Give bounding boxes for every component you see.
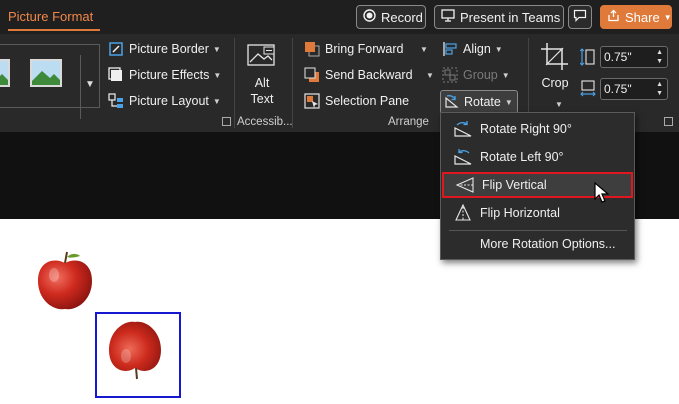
group-button[interactable]: Group ▼ — [442, 65, 510, 85]
record-button[interactable]: Record — [356, 5, 426, 29]
picture-border-label: Picture Border — [129, 42, 209, 56]
picture-layout-label: Picture Layout — [129, 94, 209, 108]
chevron-down-icon: ▼ — [663, 12, 672, 22]
menu-item-label: Flip Vertical — [482, 178, 547, 192]
chevron-down-icon: ▼ — [212, 96, 221, 106]
spin-arrows-icon[interactable]: ▲ ▼ — [656, 48, 663, 66]
comments-button[interactable] — [568, 5, 592, 29]
chevron-down-icon: ▼ — [212, 44, 221, 54]
bring-forward-button[interactable]: Bring Forward — [304, 39, 404, 59]
present-label: Present in Teams — [460, 9, 561, 25]
share-button[interactable]: Share ▼ — [600, 5, 672, 29]
menu-item-label: Rotate Left 90° — [480, 150, 564, 164]
send-backward-button[interactable]: Send Backward — [304, 65, 413, 85]
alt-text-label-line2[interactable]: Text — [244, 92, 280, 106]
share-icon — [607, 9, 620, 25]
accessibility-group-label: Accessib... — [237, 116, 293, 128]
flip-horizontal-icon — [453, 204, 473, 222]
menu-item-rotate-right[interactable]: Rotate Right 90° — [442, 116, 633, 142]
bring-forward-icon — [304, 41, 320, 57]
align-button[interactable]: Align ▼ — [442, 39, 503, 59]
crop-dropdown[interactable]: ▼ — [551, 94, 563, 114]
rotate-button[interactable]: Rotate ▼ — [443, 92, 513, 112]
picture-effects-icon — [108, 67, 124, 83]
flip-vertical-icon — [455, 176, 475, 194]
send-backward-icon — [304, 67, 320, 83]
chevron-down-icon: ▼ — [420, 44, 428, 54]
share-label: Share — [625, 9, 660, 25]
group-icon — [442, 67, 458, 83]
picture-border-button[interactable]: Picture Border ▼ — [108, 39, 221, 59]
width-value: 0.75" — [604, 82, 632, 96]
chevron-down-icon: ▼ — [555, 99, 563, 109]
crop-label[interactable]: Crop — [536, 76, 574, 90]
height-value: 0.75" — [604, 50, 632, 64]
tab-picture-format[interactable]: Picture Format — [8, 9, 93, 24]
align-icon — [442, 41, 458, 57]
rotate-icon — [443, 94, 459, 110]
title-tab-bar: Picture Format Record Present in Teams S… — [0, 0, 679, 34]
style-thumbnail[interactable] — [0, 59, 10, 87]
send-backward-label: Send Backward — [325, 68, 413, 82]
selection-pane-icon — [304, 93, 320, 109]
chevron-down-icon: ▼ — [494, 44, 503, 54]
picture-styles-gallery[interactable]: ▼ — [0, 44, 100, 119]
alt-text-label-line1[interactable]: Alt — [244, 76, 280, 90]
menu-item-label: More Rotation Options... — [480, 237, 616, 251]
menu-item-more-rotation-options[interactable]: More Rotation Options... — [442, 231, 633, 257]
gallery-more-button[interactable]: ▼ — [80, 55, 99, 119]
apple-picture-flipped[interactable] — [106, 318, 164, 382]
mouse-pointer-icon — [594, 181, 610, 204]
align-label: Align — [463, 42, 491, 56]
spin-arrows-icon[interactable]: ▲ ▼ — [656, 80, 663, 98]
arrange-group-label: Arrange — [388, 116, 429, 128]
menu-item-label: Flip Horizontal — [480, 206, 560, 220]
active-tab-underline — [8, 29, 100, 31]
apple-picture[interactable] — [34, 249, 96, 313]
picture-effects-button[interactable]: Picture Effects ▼ — [108, 65, 221, 85]
comment-icon — [573, 9, 587, 25]
group-divider — [234, 38, 235, 128]
record-label: Record — [381, 9, 423, 25]
selection-pane-button[interactable]: Selection Pane — [304, 91, 409, 111]
group-label: Group — [463, 68, 498, 82]
picture-layout-icon — [108, 93, 124, 109]
dialog-launcher-icon[interactable] — [222, 117, 231, 126]
rotate-right-icon — [453, 120, 473, 138]
bring-forward-label: Bring Forward — [325, 42, 404, 56]
picture-effects-label: Picture Effects — [129, 68, 210, 82]
chevron-down-icon: ▼ — [426, 70, 434, 80]
rotate-left-icon — [453, 148, 473, 166]
rotate-label: Rotate — [464, 95, 501, 109]
bring-forward-dropdown[interactable]: ▼ — [416, 39, 428, 59]
group-divider — [292, 38, 293, 128]
selection-pane-label: Selection Pane — [325, 94, 410, 108]
chevron-down-icon: ▼ — [213, 70, 222, 80]
width-input[interactable]: 0.75" ▲ ▼ — [600, 78, 668, 100]
dialog-launcher-icon[interactable] — [664, 117, 673, 126]
menu-item-rotate-left[interactable]: Rotate Left 90° — [442, 144, 633, 170]
menu-item-label: Rotate Right 90° — [480, 122, 572, 136]
picture-layout-button[interactable]: Picture Layout ▼ — [108, 91, 221, 111]
shape-width-icon — [580, 80, 596, 98]
picture-border-icon — [108, 41, 124, 57]
send-backward-dropdown[interactable]: ▼ — [422, 65, 434, 85]
present-in-teams-button[interactable]: Present in Teams — [434, 5, 564, 29]
crop-icon[interactable] — [540, 42, 570, 72]
chevron-down-icon: ▼ — [504, 97, 513, 107]
alt-text-icon[interactable] — [246, 42, 278, 70]
shape-height-icon — [579, 48, 596, 66]
record-icon — [363, 9, 376, 25]
monitor-icon — [441, 9, 455, 25]
height-input[interactable]: 0.75" ▲ ▼ — [600, 46, 668, 68]
style-thumbnail[interactable] — [30, 59, 62, 87]
chevron-down-icon: ▼ — [501, 70, 510, 80]
